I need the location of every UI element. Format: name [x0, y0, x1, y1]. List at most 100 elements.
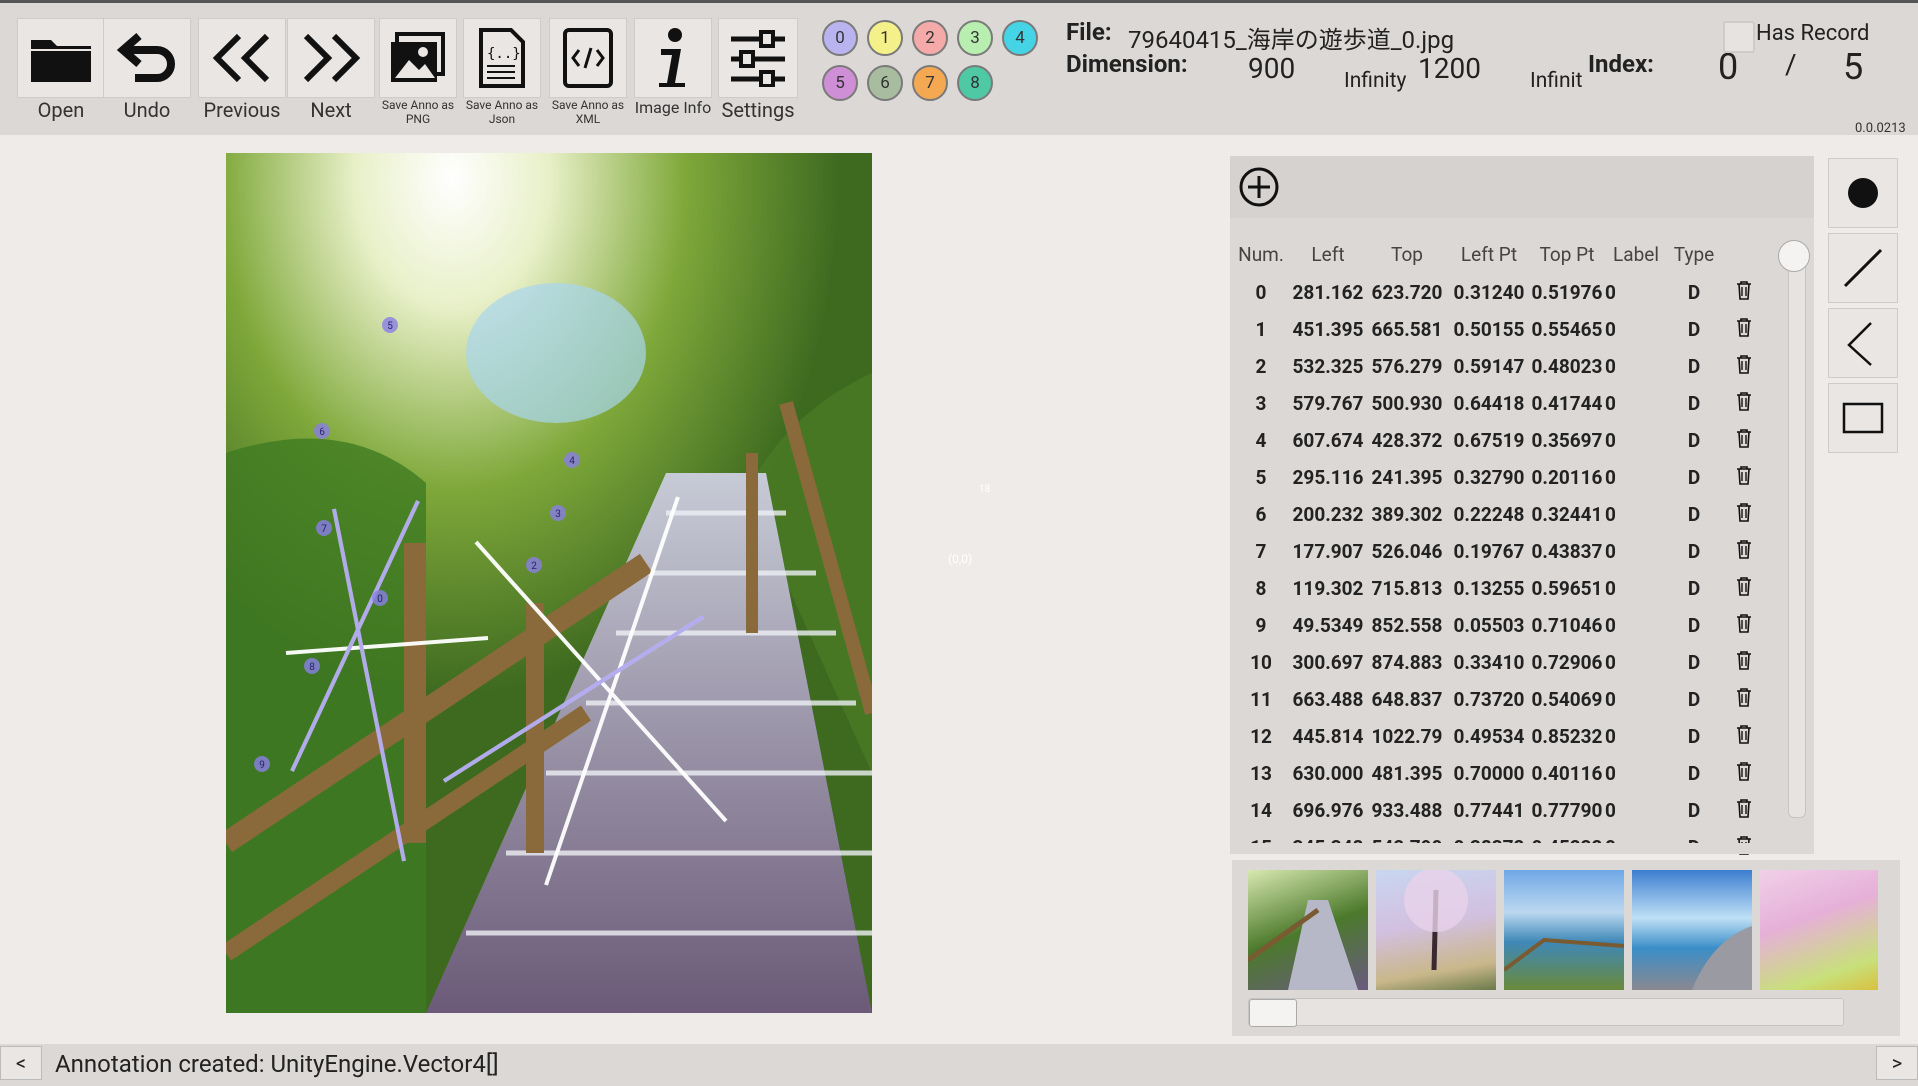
table-row[interactable]: 8 119.302 715.813 0.13255 0.59651 0 D: [1232, 570, 1768, 607]
label-dot-8[interactable]: 8: [957, 65, 993, 101]
table-cell: 0: [1605, 540, 1616, 563]
polyline-tool-button[interactable]: [1828, 308, 1898, 378]
label-dot-0[interactable]: 0: [822, 20, 858, 56]
table-row[interactable]: 11 663.488 648.837 0.73720 0.54069 0 D: [1232, 681, 1768, 718]
delete-row-button[interactable]: [1720, 533, 1768, 570]
next-label: Next: [310, 98, 352, 122]
dimension-height: 1200: [1418, 52, 1481, 85]
delete-row-button[interactable]: [1720, 496, 1768, 533]
table-cell: D: [1687, 318, 1701, 341]
delete-row-button[interactable]: [1720, 792, 1768, 829]
delete-row-button[interactable]: [1720, 385, 1768, 422]
save-xml-button[interactable]: [549, 18, 627, 98]
label-dot-5[interactable]: 5: [822, 65, 858, 101]
has-record-checkbox[interactable]: [1723, 21, 1755, 53]
delete-row-button[interactable]: [1720, 311, 1768, 348]
settings-button[interactable]: [718, 18, 798, 98]
add-circle-icon[interactable]: [1238, 166, 1280, 208]
table-cell: D: [1687, 762, 1701, 785]
table-cell: 0.54069: [1531, 688, 1603, 711]
delete-row-button[interactable]: [1720, 718, 1768, 755]
table-cell: 0.59651: [1531, 577, 1603, 600]
open-button[interactable]: [17, 18, 105, 98]
table-cell: 0.41744: [1531, 392, 1603, 415]
rectangle-tool-button[interactable]: [1828, 383, 1898, 453]
table-row[interactable]: 10 300.697 874.883 0.33410 0.72906 0 D: [1232, 644, 1768, 681]
thumbnail-scroll-handle[interactable]: [1249, 999, 1297, 1027]
save-xml-label: Save Anno as XML: [551, 98, 625, 126]
trash-icon: [1737, 762, 1751, 781]
undo-button[interactable]: [103, 18, 191, 98]
table-cell: 445.814: [1292, 725, 1364, 748]
trash-icon: [1737, 651, 1751, 670]
table-cell: 0.67519: [1453, 429, 1525, 452]
table-cell: 0: [1605, 318, 1616, 341]
col-top-pt: Top Pt: [1539, 242, 1595, 266]
thumbnail-1[interactable]: [1376, 870, 1496, 990]
label-dot-3[interactable]: 3: [957, 20, 993, 56]
trash-icon: [1737, 725, 1751, 744]
table-row[interactable]: 5 295.116 241.395 0.32790 0.20116 0 D: [1232, 459, 1768, 496]
table-cell: 0: [1605, 614, 1616, 637]
table-row[interactable]: 2 532.325 576.279 0.59147 0.48023 0 D: [1232, 348, 1768, 385]
table-cell: 10: [1250, 651, 1272, 674]
save-json-label: Save Anno as Json: [465, 98, 539, 126]
thumbnail-0[interactable]: [1248, 870, 1368, 990]
delete-row-button[interactable]: [1720, 459, 1768, 496]
annotation-table: Num. Left Top Left Pt Top Pt Label Type …: [1232, 234, 1768, 903]
next-button[interactable]: [287, 18, 375, 98]
table-row[interactable]: 6 200.232 389.302 0.22248 0.32441 0 D: [1232, 496, 1768, 533]
has-record-label: Has Record: [1756, 21, 1870, 46]
previous-button[interactable]: [198, 18, 286, 98]
delete-row-button[interactable]: [1720, 681, 1768, 718]
table-cell: 0.70000: [1453, 762, 1525, 785]
annotation-canvas[interactable]: 5 6 4 3 7 2 0 8 9: [226, 153, 872, 1013]
file-label: File:: [1066, 18, 1112, 46]
table-cell: 0.55465: [1531, 318, 1603, 341]
thumbnail-2[interactable]: [1504, 870, 1624, 990]
height-infinity: Infinit: [1530, 69, 1583, 93]
line-tool-button[interactable]: [1828, 233, 1898, 303]
table-scrollbar[interactable]: [1788, 250, 1806, 818]
status-prev-button[interactable]: <: [0, 1046, 42, 1080]
delete-row-button[interactable]: [1720, 607, 1768, 644]
label-dot-6[interactable]: 6: [867, 65, 903, 101]
table-cell: 0.40116: [1531, 762, 1603, 785]
table-cell: 0: [1605, 355, 1616, 378]
delete-row-button[interactable]: [1720, 422, 1768, 459]
table-row[interactable]: 13 630.000 481.395 0.70000 0.40116 0 D: [1232, 755, 1768, 792]
table-row[interactable]: 12 445.814 1022.79 0.49534 0.85232 0 D: [1232, 718, 1768, 755]
table-row[interactable]: 3 579.767 500.930 0.64418 0.41744 0 D: [1232, 385, 1768, 422]
table-cell: 1022.79: [1371, 725, 1443, 748]
table-row[interactable]: 9 49.5349 852.558 0.05503 0.71046 0 D: [1232, 607, 1768, 644]
table-row[interactable]: 4 607.674 428.372 0.67519 0.35697 0 D: [1232, 422, 1768, 459]
table-row[interactable]: 1 451.395 665.581 0.50155 0.55465 0 D: [1232, 311, 1768, 348]
table-cell: 576.279: [1371, 355, 1443, 378]
image-info-button[interactable]: [634, 18, 712, 98]
status-next-button[interactable]: >: [1876, 1046, 1918, 1080]
delete-row-button[interactable]: [1720, 570, 1768, 607]
table-cell: 0: [1605, 429, 1616, 452]
point-tool-button[interactable]: [1828, 158, 1898, 228]
table-row[interactable]: 14 696.976 933.488 0.77441 0.77790 0 D: [1232, 792, 1768, 829]
delete-row-button[interactable]: [1720, 644, 1768, 681]
table-cell: 0: [1605, 392, 1616, 415]
label-dot-1[interactable]: 1: [867, 20, 903, 56]
delete-row-button[interactable]: [1720, 274, 1768, 311]
save-png-button[interactable]: [379, 18, 457, 98]
thumbnail-3[interactable]: [1632, 870, 1752, 990]
delete-row-button[interactable]: [1720, 348, 1768, 385]
save-json-button[interactable]: {..}: [463, 18, 541, 98]
table-cell: 532.325: [1292, 355, 1364, 378]
label-dot-4[interactable]: 4: [1002, 20, 1038, 56]
thumbnail-scrollbar[interactable]: [1248, 998, 1844, 1026]
thumbnail-4[interactable]: [1760, 870, 1878, 990]
table-scroll-handle[interactable]: [1778, 240, 1810, 272]
table-row[interactable]: 7 177.907 526.046 0.19767 0.43837 0 D: [1232, 533, 1768, 570]
label-dot-7[interactable]: 7: [912, 65, 948, 101]
table-row[interactable]: 0 281.162 623.720 0.31240 0.51976 0 D: [1232, 274, 1768, 311]
delete-row-button[interactable]: [1720, 755, 1768, 792]
double-chevron-right-icon: [303, 33, 361, 83]
label-dot-2[interactable]: 2: [912, 20, 948, 56]
table-cell: D: [1687, 799, 1701, 822]
